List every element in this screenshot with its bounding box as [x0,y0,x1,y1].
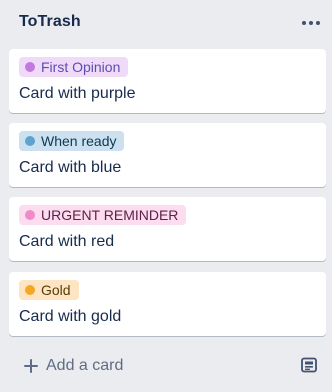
card-title: Card with purple [19,85,136,102]
list-title[interactable]: ToTrash [19,13,81,31]
label-color-dot [25,62,35,72]
ellipsis-icon [302,21,306,25]
card[interactable]: Gold Card with gold [9,272,326,336]
card-label[interactable]: When ready [19,131,125,151]
add-card-label: Add a card [46,357,124,374]
ellipsis-icon [316,21,320,25]
create-from-template-button[interactable] [300,356,318,374]
card[interactable]: When ready Card with blue [9,123,326,187]
card-label-text: First Opinion [41,59,121,75]
plus-icon [24,359,38,373]
card-template-icon [301,357,317,373]
card-label-text: Gold [41,282,71,298]
list-more-button[interactable] [298,12,324,34]
list-header: ToTrash [0,0,332,46]
ellipsis-icon [309,21,313,25]
label-color-dot [25,136,35,146]
card-label[interactable]: First Opinion [19,57,129,77]
card-title: Card with blue [19,159,122,176]
label-color-dot [25,285,35,295]
card-label-text: When ready [41,133,117,149]
card-label-text: URGENT REMINDER [41,207,179,223]
card-label[interactable]: URGENT REMINDER [19,205,187,225]
card-title: Card with red [19,233,115,250]
list-column: ToTrash First Opinion Card with purple W… [0,0,332,392]
card-label[interactable]: Gold [19,280,79,300]
label-color-dot [25,210,35,220]
card[interactable]: First Opinion Card with purple [9,49,326,113]
card-title: Card with gold [19,308,122,325]
add-card-button[interactable]: Add a card [16,352,123,380]
card[interactable]: URGENT REMINDER Card with red [9,197,326,261]
